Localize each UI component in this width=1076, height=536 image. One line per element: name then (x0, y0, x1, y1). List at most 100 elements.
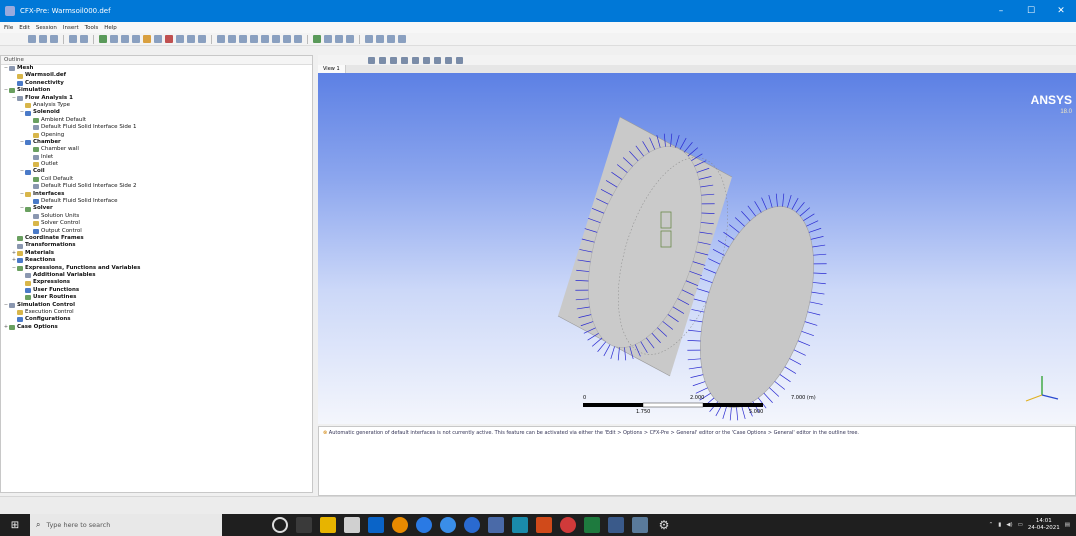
interface-icon[interactable] (154, 35, 162, 43)
pan-icon[interactable] (390, 56, 397, 64)
excel-icon[interactable] (584, 517, 600, 533)
outline-tree-item[interactable]: − Coil (1, 168, 312, 175)
outline-tree-item[interactable]: Coil Default (1, 176, 312, 183)
expression-icon[interactable] (239, 35, 247, 43)
outline-tree-item[interactable]: − Solver (1, 205, 312, 212)
menu-help[interactable]: Help (104, 25, 117, 31)
select-icon[interactable] (368, 56, 375, 64)
outline-tree-item[interactable]: Connectivity (1, 80, 312, 87)
open-case-icon[interactable] (39, 35, 47, 43)
outline-tree-item[interactable]: Default Fluid Solid Interface Side 1 (1, 124, 312, 131)
outline-tree-item[interactable]: User Functions (1, 287, 312, 294)
outline-tree-item[interactable]: − Mesh (1, 65, 312, 72)
minimize-button[interactable]: – (986, 0, 1016, 22)
outline-tree-item[interactable]: − Chamber (1, 139, 312, 146)
taskbar-search[interactable]: ⌕ Type here to search (30, 514, 222, 536)
outline-tree-item[interactable]: Additional Variables (1, 272, 312, 279)
file-explorer-icon[interactable] (320, 517, 336, 533)
rotate-icon[interactable] (379, 56, 386, 64)
monitor-icon[interactable] (198, 35, 206, 43)
additional-variable-icon[interactable] (272, 35, 280, 43)
coordinate-frame-icon[interactable] (283, 35, 291, 43)
outline-tree-item[interactable]: Output Control (1, 228, 312, 235)
save-icon[interactable] (50, 35, 58, 43)
configuration-icon[interactable] (335, 35, 343, 43)
execution-control-icon[interactable] (324, 35, 332, 43)
case-options-icon[interactable] (346, 35, 354, 43)
define-run-icon[interactable] (313, 35, 321, 43)
outline-tree-item[interactable]: Solver Control (1, 220, 312, 227)
store-icon[interactable] (344, 517, 360, 533)
domain-icon[interactable] (110, 35, 118, 43)
solver-control-icon[interactable] (176, 35, 184, 43)
pointer-icon[interactable] (456, 56, 463, 64)
subdomain-icon[interactable] (132, 35, 140, 43)
outline-tree-item[interactable]: User Routines (1, 294, 312, 301)
windows-start-icon[interactable]: ⊞ (0, 514, 30, 536)
outline-tree-item[interactable]: Outlet (1, 161, 312, 168)
output-control-icon[interactable] (187, 35, 195, 43)
user-function-icon[interactable] (250, 35, 258, 43)
battery-icon[interactable]: ▭ (1018, 522, 1023, 528)
settings-icon[interactable]: ⚙ (656, 517, 672, 533)
report-icon[interactable] (387, 35, 395, 43)
outline-tree-item[interactable]: + Materials (1, 250, 312, 257)
outline-tree-item[interactable]: Expressions (1, 279, 312, 286)
source-point-icon[interactable] (143, 35, 151, 43)
ansys-workbench-icon[interactable] (488, 517, 504, 533)
outline-tree-item[interactable]: Transformations (1, 242, 312, 249)
edge-icon[interactable] (416, 517, 432, 533)
network-icon[interactable]: ▮ (998, 522, 1001, 528)
menu-edit[interactable]: Edit (19, 25, 30, 31)
outline-tree-item[interactable]: + Case Options (1, 324, 312, 331)
undo-icon[interactable] (69, 35, 77, 43)
outline-tree-item[interactable]: Ambient Default (1, 117, 312, 124)
display-options-icon[interactable] (445, 56, 452, 64)
initialization-icon[interactable] (165, 35, 173, 43)
outline-tree-item[interactable]: − Interfaces (1, 191, 312, 198)
outline-tree-item[interactable]: Analysis Type (1, 102, 312, 109)
outline-tree-item[interactable]: Opening (1, 132, 312, 139)
cfx-icon[interactable] (608, 517, 624, 533)
task-view-icon[interactable] (296, 517, 312, 533)
volume-icon[interactable]: ◀) (1006, 522, 1012, 528)
firefox-icon[interactable] (392, 517, 408, 533)
word-icon[interactable] (512, 517, 528, 533)
close-button[interactable]: ✕ (1046, 0, 1076, 22)
powerpoint-icon[interactable] (536, 517, 552, 533)
mesh-check-icon[interactable] (365, 35, 373, 43)
browser-icon[interactable] (464, 517, 480, 533)
outline-tree-item[interactable]: − Solenoid (1, 109, 312, 116)
fluent-icon[interactable] (632, 517, 648, 533)
zoom-box-icon[interactable] (412, 56, 419, 64)
help-icon[interactable] (398, 35, 406, 43)
taskbar-clock[interactable]: 14:01 24-04-2021 (1028, 518, 1060, 532)
outline-tree-item[interactable]: − Flow Analysis 1 (1, 95, 312, 102)
fit-view-icon[interactable] (423, 56, 430, 64)
menu-file[interactable]: File (4, 25, 13, 31)
new-case-icon[interactable] (28, 35, 36, 43)
transformation-icon[interactable] (294, 35, 302, 43)
reaction-icon[interactable] (228, 35, 236, 43)
material-icon[interactable] (217, 35, 225, 43)
outline-tree-item[interactable]: Default Fluid Solid Interface (1, 198, 312, 205)
outline-tree-item[interactable]: Solution Units (1, 213, 312, 220)
outline-tree-item[interactable]: Configurations (1, 316, 312, 323)
maximize-button[interactable]: ☐ (1016, 0, 1046, 22)
outline-tree-item[interactable]: Chamber wall (1, 146, 312, 153)
redo-icon[interactable] (80, 35, 88, 43)
notification-icon[interactable]: ▤ (1065, 522, 1070, 528)
mail-icon[interactable] (368, 517, 384, 533)
import-mesh-icon[interactable] (99, 35, 107, 43)
zoom-icon[interactable] (401, 56, 408, 64)
outline-tree-item[interactable]: + Reactions (1, 257, 312, 264)
viewport-layout-icon[interactable] (434, 56, 441, 64)
chrome-icon[interactable] (440, 517, 456, 533)
cortana-icon[interactable] (272, 517, 288, 533)
validation-icon[interactable] (376, 35, 384, 43)
3d-viewer[interactable]: ANSYS 18.0 0 2.000 7.000 (m) 1.750 5.000 (318, 73, 1076, 424)
view-tab[interactable]: View 1 (318, 65, 346, 73)
outline-tree-item[interactable]: − Simulation (1, 87, 312, 94)
outline-tree-item[interactable]: Inlet (1, 154, 312, 161)
tray-chevron-icon[interactable]: ⌃ (989, 522, 994, 528)
